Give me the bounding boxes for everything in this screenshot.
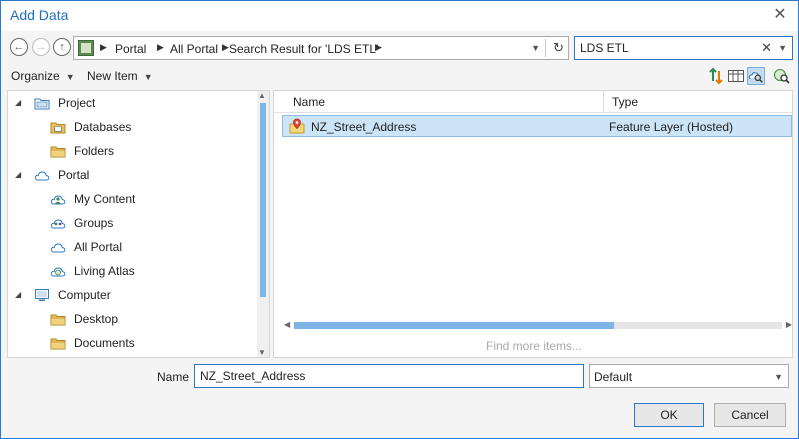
row-type: Feature Layer (Hosted) xyxy=(609,120,734,134)
column-header-type[interactable]: Type xyxy=(612,95,638,109)
new-item-menu[interactable]: New Item ▼ xyxy=(87,69,153,83)
chevron-down-icon: ▼ xyxy=(774,372,783,382)
details-view-icon[interactable] xyxy=(727,67,745,85)
tree-item-my-content[interactable]: My Content xyxy=(8,188,258,210)
computer-icon xyxy=(34,287,50,303)
sort-icon[interactable] xyxy=(707,67,725,85)
tree-item-label: Desktop xyxy=(74,312,119,326)
scroll-right-icon[interactable]: ▶ xyxy=(786,320,792,329)
chevron-down-icon[interactable]: ▼ xyxy=(531,43,540,53)
table-row[interactable]: NZ_Street_Address Feature Layer (Hosted) xyxy=(282,115,792,137)
location-icon xyxy=(78,40,94,56)
up-button[interactable]: ↑ xyxy=(53,38,71,56)
address-bar[interactable]: ▶ Portal ▶ All Portal ▶ Search Result fo… xyxy=(73,36,569,60)
tree-item-folders[interactable]: Folders xyxy=(8,140,258,162)
tree-item-label: Computer xyxy=(58,288,111,302)
tree-item-label: Documents xyxy=(74,336,135,350)
back-button[interactable]: ← xyxy=(10,38,28,56)
toolbar: Organize ▼ New Item ▼ xyxy=(1,64,798,88)
chevron-down-icon[interactable]: ▼ xyxy=(778,43,787,53)
column-divider[interactable] xyxy=(603,91,604,113)
search-input[interactable] xyxy=(580,40,750,56)
tree-item-computer[interactable]: ◢ Computer xyxy=(8,284,258,306)
portal-search-icon[interactable] xyxy=(747,67,765,85)
name-field[interactable] xyxy=(194,364,584,388)
content-list: Name Type NZ_Street_Address Feature Laye… xyxy=(273,90,793,358)
scroll-thumb[interactable] xyxy=(260,103,266,297)
close-icon[interactable]: ✕ xyxy=(770,5,790,25)
breadcrumb-separator-icon: ▶ xyxy=(375,42,382,52)
name-label: Name xyxy=(157,370,190,384)
refresh-icon[interactable]: ↻ xyxy=(553,40,564,56)
breadcrumb-separator-icon: ▶ xyxy=(157,42,164,52)
tree-item-all-portal[interactable]: All Portal xyxy=(8,236,258,258)
folder-icon xyxy=(50,143,66,159)
expand-toggle-icon[interactable]: ◢ xyxy=(15,290,21,299)
add-data-dialog: Add Data ✕ ← → ↑ ▶ Portal ▶ All Portal ▶… xyxy=(0,0,799,439)
folder-icon xyxy=(50,335,66,351)
tree-item-project[interactable]: ◢ Project xyxy=(8,92,258,114)
caret-down-icon: ▼ xyxy=(65,72,75,82)
row-name: NZ_Street_Address xyxy=(311,120,417,134)
list-header: Name Type xyxy=(274,91,792,113)
window-title: Add Data xyxy=(10,7,69,23)
tree-item-databases[interactable]: Databases xyxy=(8,116,258,138)
tree-item-label: Portal xyxy=(58,168,90,182)
breadcrumb-all-portal[interactable]: All Portal xyxy=(170,42,218,56)
caret-down-icon: ▼ xyxy=(143,72,153,82)
tree-item-groups[interactable]: Groups xyxy=(8,212,258,234)
title-bar: Add Data ✕ xyxy=(1,1,798,31)
map-search-icon[interactable] xyxy=(773,67,791,85)
expand-toggle-icon[interactable]: ◢ xyxy=(15,98,21,107)
clear-search-icon[interactable]: ✕ xyxy=(761,40,772,56)
scroll-thumb[interactable] xyxy=(294,322,614,329)
cloud-icon xyxy=(34,167,50,183)
organize-menu[interactable]: Organize ▼ xyxy=(11,69,75,83)
tree-item-label: Groups xyxy=(74,216,114,230)
scroll-left-icon[interactable]: ◀ xyxy=(284,320,290,329)
navigation-row: ← → ↑ ▶ Portal ▶ All Portal ▶ Search Res… xyxy=(1,35,798,61)
new-item-label: New Item xyxy=(87,69,138,83)
cancel-button[interactable]: Cancel xyxy=(714,403,786,427)
list-horizontal-scrollbar[interactable]: ◀ ▶ xyxy=(284,320,792,330)
ok-button[interactable]: OK xyxy=(634,403,704,427)
tree-item-desktop[interactable]: Desktop xyxy=(8,308,258,330)
breadcrumb-separator-icon: ▶ xyxy=(222,42,229,52)
tree-item-label: My Content xyxy=(74,192,136,206)
filter-value: Default xyxy=(594,370,633,384)
forward-button[interactable]: → xyxy=(32,38,50,56)
tree-item-label: All Portal xyxy=(74,240,123,254)
tree-item-label: Databases xyxy=(74,120,132,134)
breadcrumb-search-result[interactable]: Search Result for 'LDS ETL' xyxy=(229,42,378,56)
tree-scrollbar[interactable]: ▲ ▼ xyxy=(257,91,269,357)
tree-item-portal[interactable]: ◢ Portal xyxy=(8,164,258,186)
living-atlas-icon xyxy=(50,263,66,279)
scroll-down-icon[interactable]: ▼ xyxy=(258,348,266,357)
navigation-tree: ◢ Project Databases Folders ◢ Portal My Conten… xyxy=(7,90,270,358)
cloud-icon xyxy=(50,239,66,255)
expand-toggle-icon[interactable]: ◢ xyxy=(15,170,21,179)
folder-icon xyxy=(50,311,66,327)
database-icon xyxy=(50,119,66,135)
find-more-items-link[interactable]: Find more items... xyxy=(274,339,792,353)
address-divider xyxy=(545,39,546,57)
breadcrumb-separator-icon: ▶ xyxy=(100,42,107,52)
filter-dropdown[interactable]: Default ▼ xyxy=(589,364,789,388)
scroll-up-icon[interactable]: ▲ xyxy=(258,91,266,100)
feature-layer-icon xyxy=(289,118,305,134)
tree-item-label: Living Atlas xyxy=(74,264,135,278)
my-content-icon xyxy=(50,191,66,207)
project-icon xyxy=(34,95,50,111)
organize-label: Organize xyxy=(11,69,60,83)
tree-item-living-atlas[interactable]: Living Atlas xyxy=(8,260,258,282)
tree-item-label: Folders xyxy=(74,144,115,158)
search-box[interactable]: ✕ ▼ xyxy=(574,36,793,60)
tree-item-label: Project xyxy=(58,96,96,110)
groups-icon xyxy=(50,215,66,231)
breadcrumb-portal[interactable]: Portal xyxy=(115,42,146,56)
column-header-name[interactable]: Name xyxy=(293,95,325,109)
tree-item-documents[interactable]: Documents xyxy=(8,332,258,354)
